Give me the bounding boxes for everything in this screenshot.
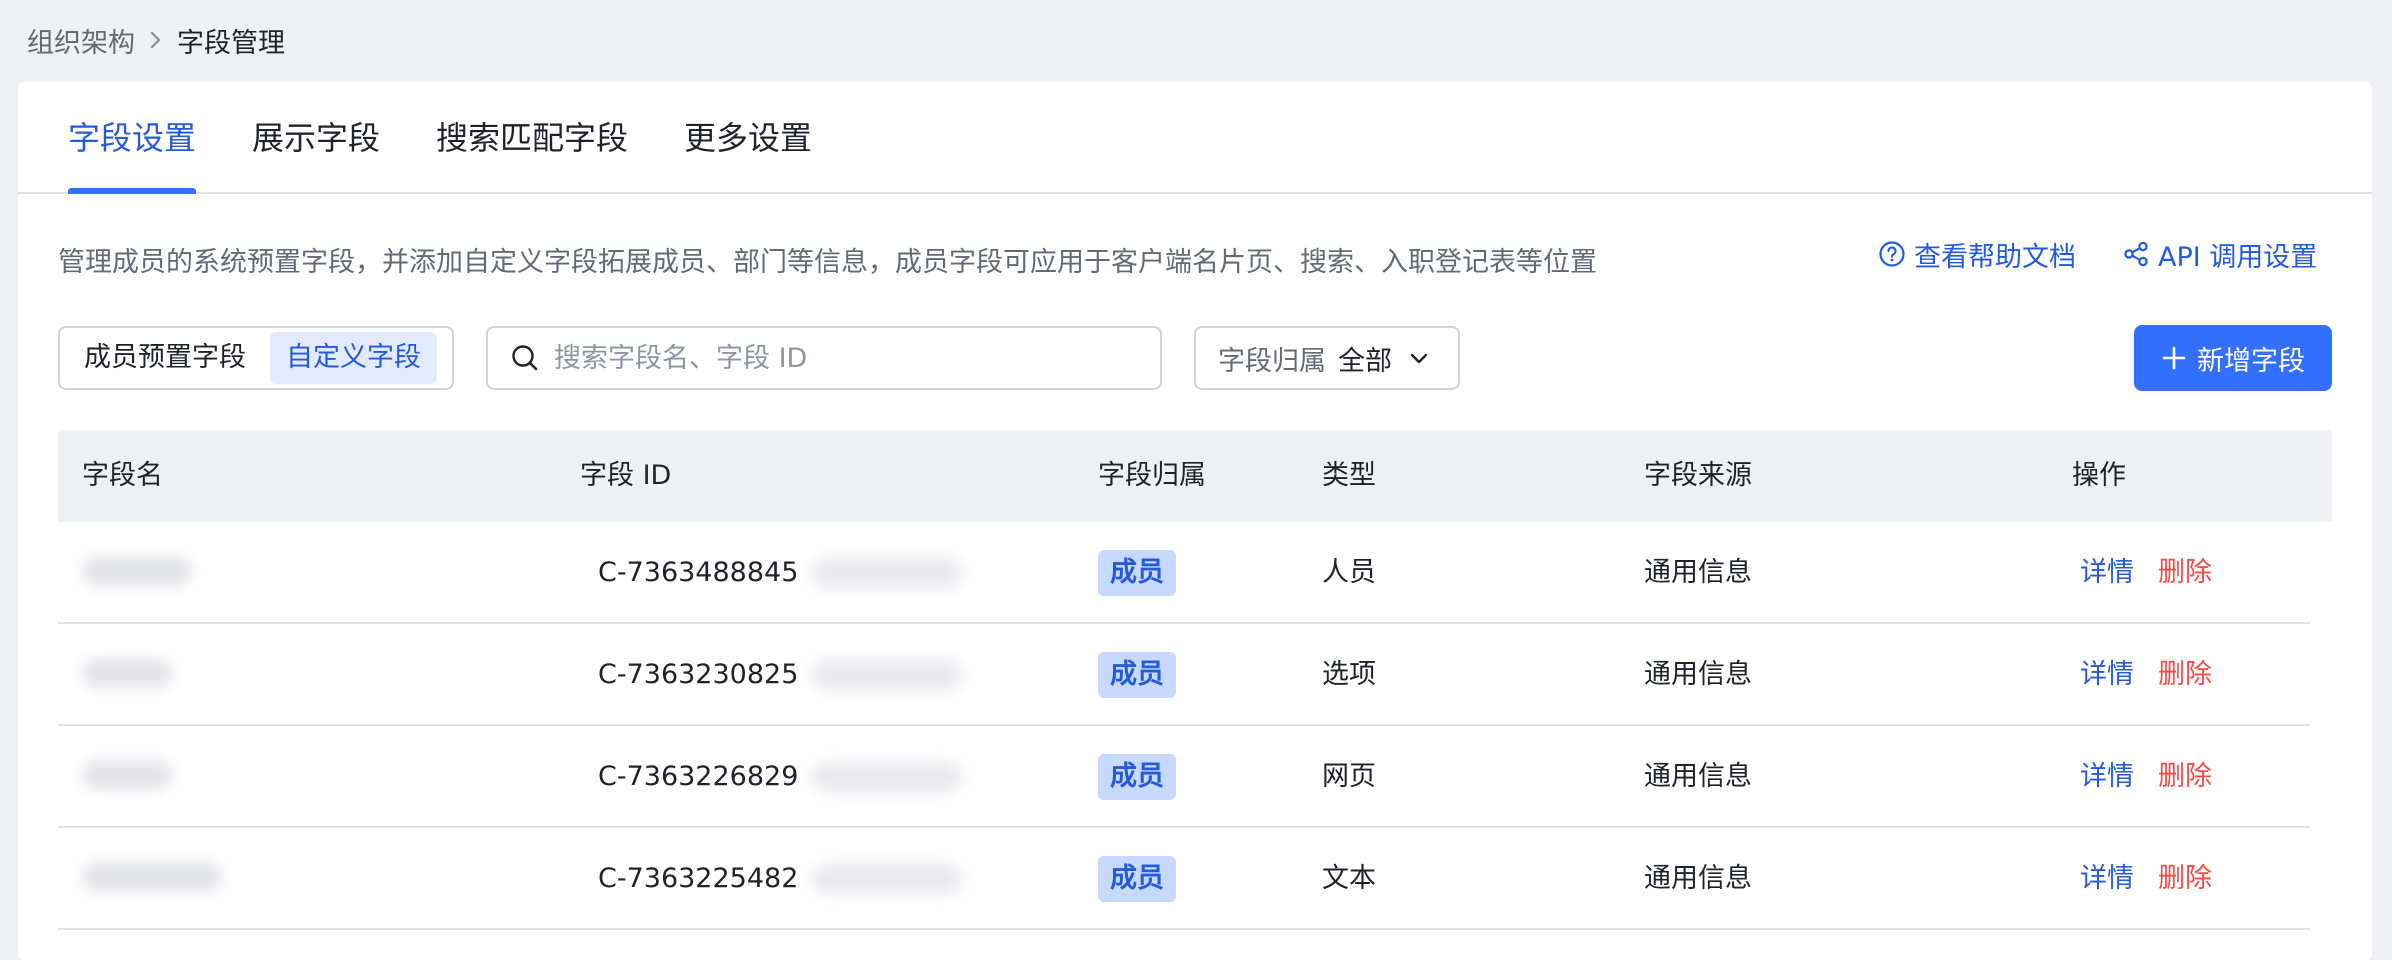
page-description: 管理成员的系统预置字段，并添加自定义字段拓展成员、部门等信息，成员字段可应用于客… — [58, 247, 1597, 278]
redacted-field-name — [82, 760, 172, 790]
question-circle-icon — [1878, 240, 1914, 268]
help-docs-link[interactable]: 查看帮助文档 — [1878, 234, 2076, 274]
search-input[interactable] — [554, 342, 1114, 374]
field-id-cell: C-7363225482 — [598, 863, 799, 894]
chevron-down-icon — [1392, 347, 1430, 369]
field-id-cell: C-7363230825 — [598, 659, 799, 690]
source-cell: 通用信息 — [1644, 557, 1752, 588]
delete-link[interactable]: 删除 — [2158, 624, 2212, 726]
source-cell: 通用信息 — [1644, 863, 1752, 894]
tab-more-settings[interactable]: 更多设置 — [684, 82, 812, 194]
redacted-id-suffix — [812, 864, 962, 894]
redacted-id-suffix — [812, 762, 962, 792]
plus-icon — [2161, 345, 2197, 371]
owner-badge: 成员 — [1098, 550, 1176, 596]
active-tab-indicator — [68, 188, 196, 194]
type-cell: 文本 — [1322, 863, 1376, 894]
type-cell: 选项 — [1322, 659, 1376, 690]
custom-fields-table: 字段名 字段 ID 字段归属 类型 字段来源 操作 C-7363488845 成… — [58, 430, 2332, 930]
redacted-field-name — [82, 556, 192, 586]
delete-link[interactable]: 删除 — [2158, 726, 2212, 828]
type-cell: 网页 — [1322, 761, 1376, 792]
field-type-segmented-control: 成员预置字段 自定义字段 — [58, 326, 454, 390]
source-cell: 通用信息 — [1644, 659, 1752, 690]
filter-value: 全部 — [1338, 345, 1392, 377]
add-field-button[interactable]: 新增字段 — [2134, 325, 2332, 391]
redacted-field-name — [82, 658, 172, 688]
chevron-right-icon — [147, 29, 165, 51]
breadcrumb-parent-link[interactable]: 组织架构 — [27, 21, 135, 60]
column-header-type: 类型 — [1322, 460, 1376, 491]
help-docs-label: 查看帮助文档 — [1914, 241, 2076, 273]
segment-preset-fields[interactable]: 成员预置字段 — [64, 332, 266, 384]
delete-link[interactable]: 删除 — [2158, 828, 2212, 930]
share-icon — [2122, 240, 2158, 268]
breadcrumb-current: 字段管理 — [177, 27, 285, 59]
table-header: 字段名 字段 ID 字段归属 类型 字段来源 操作 — [58, 430, 2332, 522]
field-search-box — [486, 326, 1162, 390]
api-settings-label: API 调用设置 — [2158, 241, 2318, 273]
api-settings-link[interactable]: API 调用设置 — [2122, 234, 2317, 274]
field-id-cell: C-7363226829 — [598, 761, 799, 792]
column-header-id: 字段 ID — [580, 460, 672, 491]
owner-badge: 成员 — [1098, 856, 1176, 902]
table-row: C-7363225482 成员 文本 通用信息 详情 删除 — [58, 828, 2332, 930]
column-header-name: 字段名 — [82, 460, 163, 491]
table-row: C-7363226829 成员 网页 通用信息 详情 删除 — [58, 726, 2332, 828]
column-header-actions: 操作 — [2072, 460, 2126, 491]
owner-badge: 成员 — [1098, 754, 1176, 800]
table-row: C-7363230825 成员 选项 通用信息 详情 删除 — [58, 624, 2332, 726]
field-settings-card: 字段设置 展示字段 搜索匹配字段 更多设置 管理成员的系统预置字段，并添加自定义… — [18, 82, 2372, 960]
tab-display-fields[interactable]: 展示字段 — [252, 82, 380, 194]
redacted-id-suffix — [812, 558, 962, 588]
type-cell: 人员 — [1322, 557, 1376, 588]
detail-link[interactable]: 详情 — [2080, 828, 2134, 930]
redacted-field-name — [82, 862, 222, 892]
table-row: C-7363488845 成员 人员 通用信息 详情 删除 — [58, 522, 2332, 624]
field-owner-filter-select[interactable]: 字段归属 全部 — [1194, 326, 1460, 390]
column-header-source: 字段来源 — [1644, 460, 1752, 491]
column-header-owner: 字段归属 — [1098, 460, 1206, 491]
tab-field-settings[interactable]: 字段设置 — [68, 82, 196, 194]
tab-search-match-fields[interactable]: 搜索匹配字段 — [436, 82, 628, 194]
field-id-cell: C-7363488845 — [598, 557, 799, 588]
detail-link[interactable]: 详情 — [2080, 624, 2134, 726]
redacted-id-suffix — [812, 660, 962, 690]
breadcrumb: 组织架构 字段管理 — [27, 18, 285, 62]
owner-badge: 成员 — [1098, 652, 1176, 698]
tab-bar: 字段设置 展示字段 搜索匹配字段 更多设置 — [18, 82, 2372, 194]
detail-link[interactable]: 详情 — [2080, 726, 2134, 828]
add-field-label: 新增字段 — [2197, 345, 2305, 377]
detail-link[interactable]: 详情 — [2080, 522, 2134, 624]
source-cell: 通用信息 — [1644, 761, 1752, 792]
segment-custom-fields[interactable]: 自定义字段 — [270, 332, 437, 384]
search-icon — [510, 343, 540, 373]
filter-label: 字段归属 — [1218, 345, 1326, 377]
delete-link[interactable]: 删除 — [2158, 522, 2212, 624]
